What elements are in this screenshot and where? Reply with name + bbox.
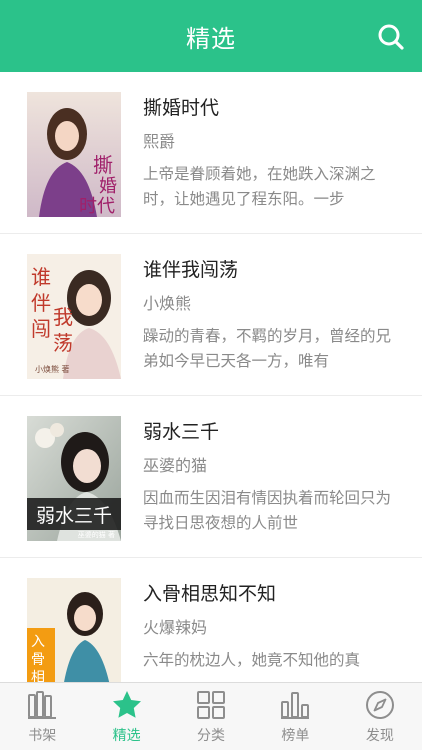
search-button[interactable] [376, 22, 406, 52]
tab-label: 精选 [112, 728, 141, 744]
svg-text:骨: 骨 [31, 652, 45, 668]
tab-label: 分类 [197, 728, 226, 744]
star-icon [112, 691, 141, 718]
book-info: 谁伴我闯荡 小焕熊 躁动的青春，不羁的岁月，曾经的兄弟如今早已天各一方，唯有 [143, 256, 402, 374]
book-cover: 撕 婚 时代 [27, 92, 121, 217]
book-cover: 谁 伴 闯 我 荡 小焕熊 著 [27, 254, 121, 379]
bottom-tab-bar: 书架 精选 分类 榜单 发现 [0, 682, 422, 750]
tab-bookshelf[interactable]: 书架 [0, 683, 84, 750]
app-screen: 精选 撕 婚 时代 撕婚时代 熙爵 上帝是眷顾着她，在她跌入深渊之时，让她遇见了… [0, 0, 422, 750]
tab-featured[interactable]: 精选 [84, 683, 168, 750]
book-title: 弱水三千 [143, 421, 220, 443]
svg-text:巫婆的猫 著: 巫婆的猫 著 [78, 530, 115, 539]
svg-text:相: 相 [31, 670, 45, 682]
compass-icon [365, 691, 394, 719]
svg-text:婚: 婚 [99, 176, 117, 197]
book-info: 入骨相思知不知 火爆辣妈 六年的枕边人，她竟不知他的真 [143, 580, 402, 682]
book-title: 谁伴我闯荡 [143, 259, 239, 281]
book-title: 撕婚时代 [143, 97, 220, 119]
tab-label: 发现 [365, 728, 394, 744]
book-info: 弱水三千 巫婆的猫 因血而生因泪有情因执着而轮回只为寻找日思夜想的人前世 [143, 418, 402, 536]
book-cover: 弱水三千 巫婆的猫 著 [27, 416, 121, 541]
book-description: 躁动的青春，不羁的岁月，曾经的兄弟如今早已天各一方，唯有 [143, 327, 392, 370]
book-item[interactable]: 入 骨 相 思 入骨相思知不知 火爆辣妈 六年的枕边人，她竟不知他的真 [0, 558, 422, 682]
svg-text:荡: 荡 [53, 331, 73, 355]
ranking-bars-icon [281, 692, 310, 719]
book-author: 火爆辣妈 [143, 618, 208, 637]
tab-discover[interactable]: 发现 [338, 683, 422, 750]
book-title: 入骨相思知不知 [143, 583, 277, 605]
svg-text:我: 我 [53, 305, 73, 329]
book-cover: 入 骨 相 思 [27, 578, 121, 682]
book-description: 上帝是眷顾着她，在她跌入深渊之时，让她遇见了程东阳。一步 [143, 165, 376, 208]
svg-text:撕: 撕 [93, 153, 113, 177]
svg-text:伴: 伴 [31, 291, 51, 315]
search-icon [378, 24, 404, 50]
tab-category[interactable]: 分类 [169, 683, 253, 750]
svg-text:入: 入 [31, 634, 45, 650]
svg-text:时代: 时代 [79, 196, 115, 217]
tab-label: 榜单 [281, 728, 310, 744]
svg-text:小焕熊 著: 小焕熊 著 [35, 364, 70, 374]
category-grid-icon [197, 691, 226, 719]
svg-text:谁: 谁 [31, 265, 51, 289]
top-nav-bar: 精选 [0, 0, 422, 72]
book-item[interactable]: 谁 伴 闯 我 荡 小焕熊 著 谁伴我闯荡 小焕熊 躁动的青春，不羁的岁月，曾经… [0, 234, 422, 396]
book-info: 撕婚时代 熙爵 上帝是眷顾着她，在她跌入深渊之时，让她遇见了程东阳。一步 [143, 94, 402, 212]
tab-ranking[interactable]: 榜单 [253, 683, 337, 750]
book-author: 巫婆的猫 [143, 456, 208, 475]
book-author: 熙爵 [143, 132, 176, 151]
book-description: 因血而生因泪有情因执着而轮回只为寻找日思夜想的人前世 [143, 489, 392, 532]
page-title: 精选 [186, 24, 236, 53]
book-description: 六年的枕边人，她竟不知他的真 [143, 651, 361, 669]
book-list[interactable]: 撕 婚 时代 撕婚时代 熙爵 上帝是眷顾着她，在她跌入深渊之时，让她遇见了程东阳… [0, 72, 422, 682]
book-item[interactable]: 弱水三千 巫婆的猫 著 弱水三千 巫婆的猫 因血而生因泪有情因执着而轮回只为寻找… [0, 396, 422, 558]
bookshelf-icon [28, 691, 57, 719]
book-author: 小焕熊 [143, 294, 192, 313]
svg-text:弱水三千: 弱水三千 [36, 505, 112, 527]
book-item[interactable]: 撕 婚 时代 撕婚时代 熙爵 上帝是眷顾着她，在她跌入深渊之时，让她遇见了程东阳… [0, 72, 422, 234]
tab-label: 书架 [28, 728, 57, 744]
svg-text:闯: 闯 [31, 317, 51, 341]
